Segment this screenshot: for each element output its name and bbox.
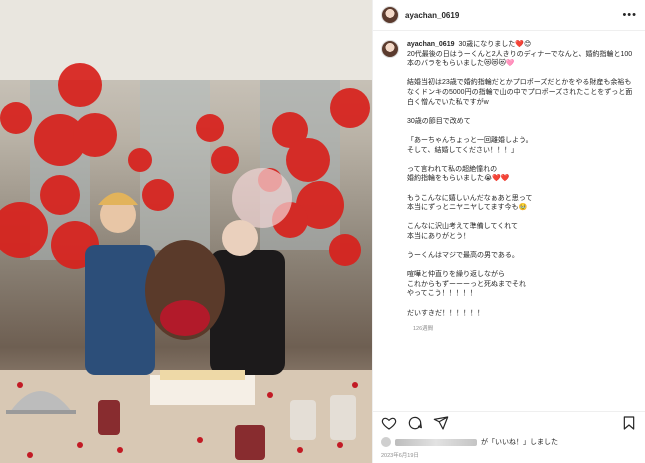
instagram-post: ayachan_0619 ••• ayachan_0619 30歳になりました❤️…: [0, 0, 645, 463]
comment-icon[interactable]: [407, 415, 423, 431]
caption-first-line: 30歳になりました❤️😊: [458, 41, 532, 48]
likes-text: が「いいね！」しました: [481, 439, 558, 446]
post-date: 2023年6月19日: [381, 453, 419, 459]
more-options-icon[interactable]: •••: [622, 9, 637, 21]
post-photo[interactable]: [0, 0, 372, 463]
likes-row: が「いいね！」しました: [381, 437, 558, 447]
caption-body: 20代最後の日はうーくんと2人きりのディナーでなんと、婚約指輪と100本のバラを…: [407, 50, 633, 317]
avatar[interactable]: [381, 6, 399, 24]
heart-icon[interactable]: [381, 415, 397, 431]
caption-time: 126週間: [413, 326, 434, 333]
liker-names-blurred: [395, 438, 477, 446]
caption-avatar[interactable]: [381, 40, 399, 58]
post-header: ayachan_0619 •••: [373, 0, 645, 31]
share-icon[interactable]: [433, 415, 449, 431]
caption-username[interactable]: ayachan_0619: [407, 41, 454, 48]
caption-text: ayachan_0619 30歳になりました❤️😊 20代最後の日はうーくんと2人…: [407, 40, 637, 318]
photo-illustration: [0, 0, 372, 463]
username[interactable]: ayachan_0619: [405, 11, 459, 20]
bookmark-icon[interactable]: [621, 415, 637, 431]
caption-row: ayachan_0619 30歳になりました❤️😊 20代最後の日はうーくんと2人…: [381, 40, 637, 318]
liker-avatar[interactable]: [381, 437, 391, 447]
post-sidebar: ayachan_0619 ••• ayachan_0619 30歳になりました❤️…: [372, 0, 645, 463]
post-actions: [373, 411, 645, 434]
caption-area: ayachan_0619 30歳になりました❤️😊 20代最後の日はうーくんと2人…: [373, 31, 645, 400]
